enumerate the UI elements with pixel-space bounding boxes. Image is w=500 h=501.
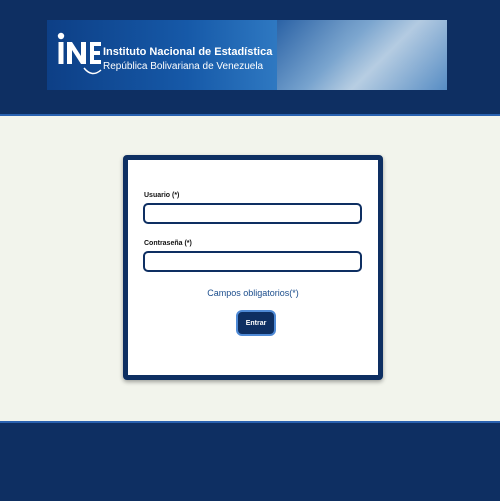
username-label: Usuario (*) xyxy=(144,192,180,199)
enter-button[interactable]: Entrar xyxy=(236,310,276,336)
required-fields-note: Campos obligatorios(*) xyxy=(207,288,299,298)
footer-band xyxy=(0,421,500,501)
username-input[interactable] xyxy=(143,203,362,224)
institution-title: Instituto Nacional de Estadística xyxy=(103,46,273,58)
ine-logo xyxy=(57,32,102,75)
institution-subtitle: República Bolivariana de Venezuela xyxy=(103,61,264,72)
header-band: Instituto Nacional de Estadística Repúbl… xyxy=(0,0,500,116)
password-label: Contraseña (*) xyxy=(144,240,192,247)
login-form: Usuario (*) Contraseña (*) Campos obliga… xyxy=(123,155,383,380)
header-banner: Instituto Nacional de Estadística Repúbl… xyxy=(47,20,447,90)
password-input[interactable] xyxy=(143,251,362,272)
banner-statistics-image xyxy=(277,20,447,90)
